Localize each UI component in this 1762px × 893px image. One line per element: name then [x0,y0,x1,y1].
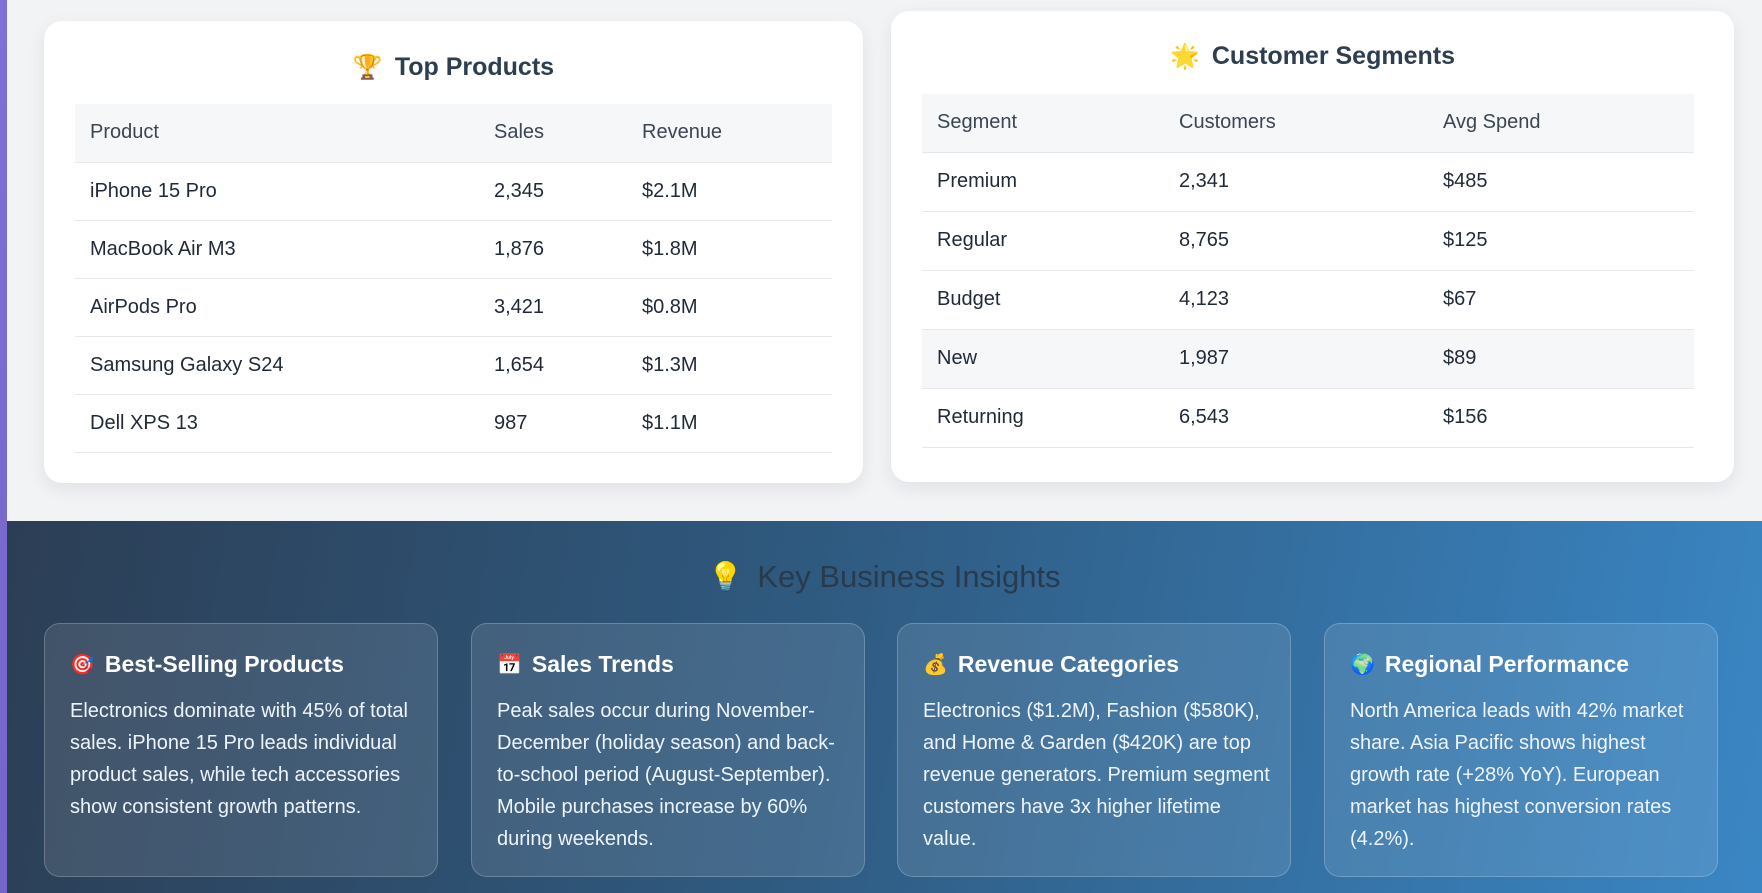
customers-cell: 6,543 [1164,388,1428,448]
table-row[interactable]: Budget 4,123 $67 [922,270,1694,330]
avg-spend-cell: $125 [1428,211,1694,271]
customers-cell: 1,987 [1164,329,1428,389]
column-header-sales[interactable]: Sales [479,104,627,163]
lightbulb-icon: 💡 [708,561,744,592]
avg-spend-cell: $67 [1428,270,1694,330]
insight-card-title: 🎯 Best-Selling Products [70,651,344,678]
sales-cell: 3,421 [479,278,627,337]
top-products-title-text: Top Products [394,53,555,81]
sales-cell: 2,345 [479,162,627,221]
customer-segments-title: 🌟 Customer Segments [891,42,1734,71]
top-products-card: 🏆 Top Products Product Sales Revenue iPh… [44,21,863,483]
table-header-row: Segment Customers Avg Spend [922,94,1694,153]
table-row[interactable]: Regular 8,765 $125 [922,211,1694,271]
segment-name-cell: Regular [922,211,1164,271]
globe-icon: 🌍 [1350,653,1375,676]
money-bag-icon: 💰 [923,653,948,676]
insights-title-text: Key Business Insights [757,559,1061,594]
insight-card-title: 🌍 Regional Performance [1350,651,1629,678]
insight-card-text: North America leads with 42% market shar… [1350,700,1684,850]
customer-segments-table: Segment Customers Avg Spend Premium 2,34… [922,94,1694,448]
table-header-row: Product Sales Revenue [75,104,832,163]
product-name-cell: MacBook Air M3 [75,220,479,279]
top-products-table: Product Sales Revenue iPhone 15 Pro 2,34… [75,104,832,453]
insight-card-text: Electronics dominate with 45% of total s… [70,700,408,818]
table-row[interactable]: Returning 6,543 $156 [922,388,1694,448]
insight-card-title-text: Sales Trends [531,651,674,677]
avg-spend-cell: $485 [1428,152,1694,212]
customers-cell: 2,341 [1164,152,1428,212]
customer-segments-title-text: Customer Segments [1211,42,1455,70]
top-products-title: 🏆 Top Products [44,53,863,82]
table-row[interactable]: iPhone 15 Pro 2,345 $2.1M [75,162,832,221]
product-name-cell: Samsung Galaxy S24 [75,336,479,395]
revenue-cell: $2.1M [627,162,832,221]
table-row[interactable]: AirPods Pro 3,421 $0.8M [75,278,832,337]
trophy-icon: 🏆 [352,53,383,81]
insight-card-sales-trends: 📅 Sales Trends Peak sales occur during N… [471,623,865,877]
insights-section: 💡 Key Business Insights 🎯 Best-Selling P… [7,521,1762,893]
revenue-cell: $1.1M [627,394,832,453]
customer-segments-card: 🌟 Customer Segments Segment Customers Av… [891,11,1734,482]
segment-name-cell: Budget [922,270,1164,330]
insight-card-title: 📅 Sales Trends [497,651,674,678]
insight-card-best-selling: 🎯 Best-Selling Products Electronics domi… [44,623,438,877]
insight-card-text: Peak sales occur during November-Decembe… [497,700,835,850]
insight-card-title-text: Revenue Categories [957,651,1180,677]
sun-icon: 🌟 [1169,42,1200,70]
product-name-cell: AirPods Pro [75,278,479,337]
product-name-cell: Dell XPS 13 [75,394,479,453]
customers-cell: 8,765 [1164,211,1428,271]
segment-name-cell: Returning [922,388,1164,448]
customers-cell: 4,123 [1164,270,1428,330]
segment-name-cell: Premium [922,152,1164,212]
insight-card-title: 💰 Revenue Categories [923,651,1179,678]
sales-cell: 1,876 [479,220,627,279]
insight-card-revenue-categories: 💰 Revenue Categories Electronics ($1.2M)… [897,623,1291,877]
sales-cell: 1,654 [479,336,627,395]
revenue-cell: $1.3M [627,336,832,395]
insights-title: 💡 Key Business Insights [7,559,1762,595]
insight-card-regional-performance: 🌍 Regional Performance North America lea… [1324,623,1718,877]
segment-name-cell: New [922,329,1164,389]
insight-card-title-text: Regional Performance [1384,651,1630,677]
tables-section: 🏆 Top Products Product Sales Revenue iPh… [7,0,1762,521]
revenue-cell: $0.8M [627,278,832,337]
table-row-highlighted[interactable]: New 1,987 $89 [922,329,1694,389]
avg-spend-cell: $89 [1428,329,1694,389]
sales-cell: 987 [479,394,627,453]
table-row[interactable]: Samsung Galaxy S24 1,654 $1.3M [75,336,832,395]
column-header-segment[interactable]: Segment [922,94,1164,153]
insight-card-text: Electronics ($1.2M), Fashion ($580K), an… [923,700,1270,850]
column-header-customers[interactable]: Customers [1164,94,1428,153]
table-row[interactable]: Dell XPS 13 987 $1.1M [75,394,832,453]
column-header-revenue[interactable]: Revenue [627,104,832,163]
column-header-avg-spend[interactable]: Avg Spend [1428,94,1694,153]
insight-card-title-text: Best-Selling Products [104,651,344,677]
dashboard-page: 🏆 Top Products Product Sales Revenue iPh… [7,0,1762,893]
column-header-product[interactable]: Product [75,104,479,163]
product-name-cell: iPhone 15 Pro [75,162,479,221]
table-row[interactable]: Premium 2,341 $485 [922,152,1694,212]
target-icon: 🎯 [70,653,95,676]
table-row[interactable]: MacBook Air M3 1,876 $1.8M [75,220,832,279]
calendar-icon: 📅 [497,653,522,676]
avg-spend-cell: $156 [1428,388,1694,448]
revenue-cell: $1.8M [627,220,832,279]
